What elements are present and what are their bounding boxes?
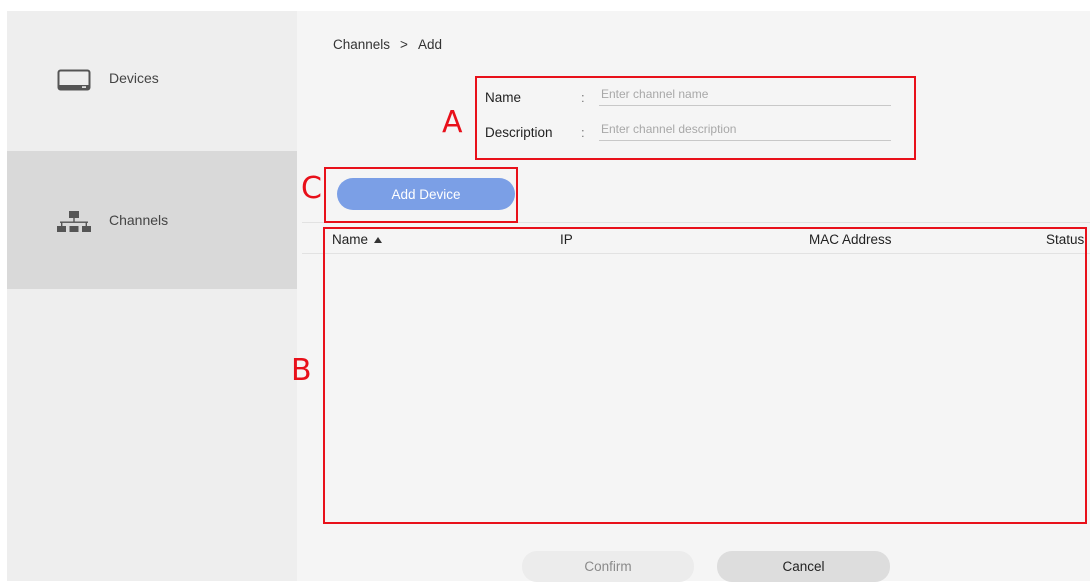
network-icon — [57, 211, 91, 232]
confirm-button[interactable]: Confirm — [522, 551, 694, 582]
annotation-box-a — [475, 76, 916, 160]
annotation-box-c — [324, 167, 518, 223]
breadcrumb-separator: > — [400, 37, 408, 52]
monitor-icon — [57, 69, 91, 91]
annotation-box-b — [323, 227, 1087, 524]
annotation-label-b: B — [291, 353, 312, 388]
sidebar-item-devices[interactable]: Devices — [7, 11, 297, 151]
breadcrumb-parent[interactable]: Channels — [333, 37, 390, 52]
annotation-label-a: A — [442, 105, 463, 140]
cancel-button[interactable]: Cancel — [717, 551, 890, 582]
breadcrumb-current: Add — [417, 37, 442, 52]
annotation-label-c: C — [301, 171, 322, 206]
breadcrumb: Channels > Add — [333, 37, 442, 52]
sidebar-item-label: Devices — [109, 70, 159, 86]
sidebar-item-channels[interactable]: Channels — [7, 151, 297, 289]
sidebar-item-label: Channels — [109, 212, 169, 228]
sidebar: Devices Channels — [7, 11, 297, 581]
